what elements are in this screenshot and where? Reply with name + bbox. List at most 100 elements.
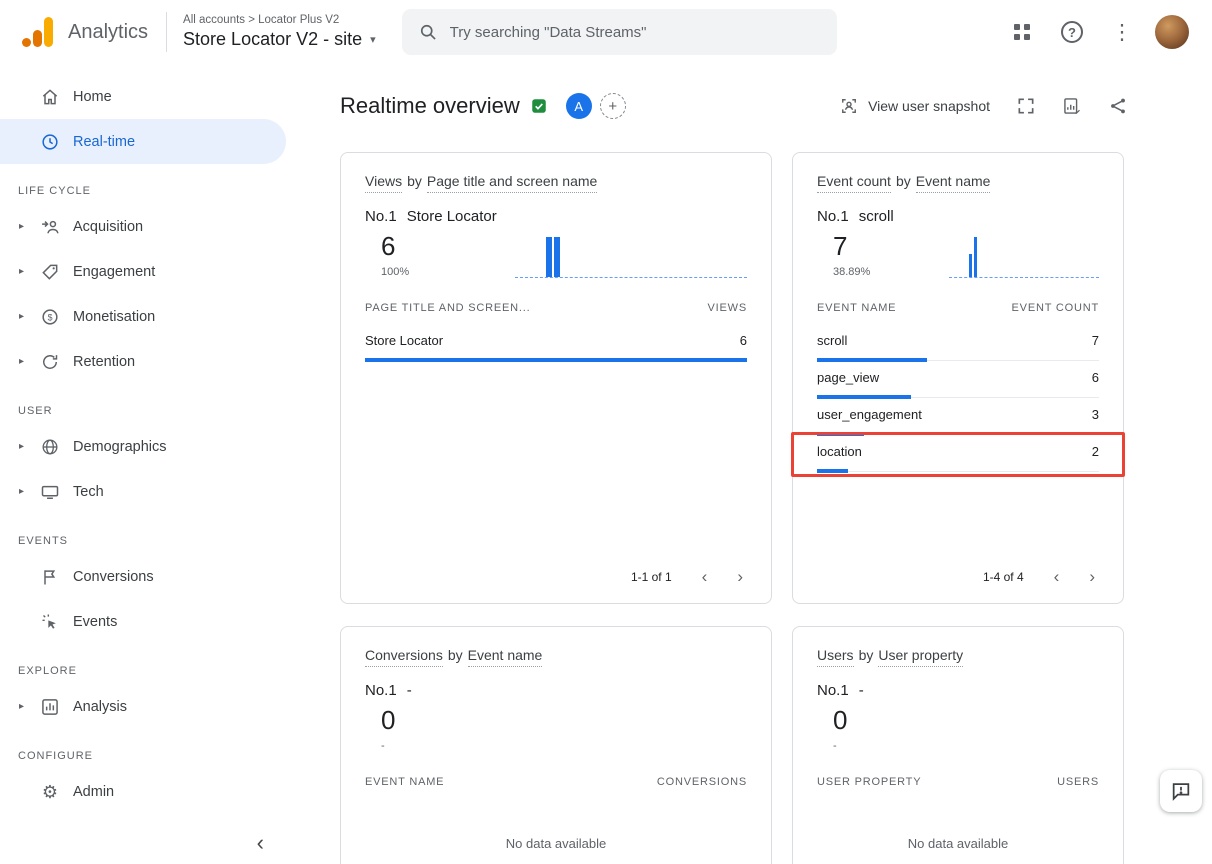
dimension-link[interactable]: Event name	[916, 173, 991, 193]
help-icon: ?	[1061, 21, 1083, 43]
search-icon	[418, 22, 438, 42]
sidebar-section-events: EVENTS	[0, 514, 300, 554]
metric-row: 0 -	[365, 705, 747, 752]
share-icon[interactable]	[1108, 96, 1128, 116]
sidebar-item-analysis[interactable]: ▸ Analysis	[0, 684, 300, 729]
sidebar-item-engagement[interactable]: ▸ Engagement	[0, 249, 300, 294]
search-bar[interactable]	[402, 9, 837, 55]
expand-arrow-icon[interactable]: ▸	[16, 441, 27, 452]
pagination: 1-1 of 1 ‹ ›	[365, 556, 747, 591]
sidebar-item-monetisation[interactable]: ▸ $ Monetisation	[0, 294, 300, 339]
sparkline-chart	[515, 234, 747, 278]
dimension-link[interactable]: Event name	[468, 647, 543, 667]
sidebar-item-tech[interactable]: ▸ Tech	[0, 469, 300, 514]
comparison-chip[interactable]: A	[566, 93, 592, 119]
sidebar-item-demographics[interactable]: ▸ Demographics	[0, 424, 300, 469]
app-name: Analytics	[68, 21, 148, 44]
sidebar-item-home[interactable]: Home	[0, 74, 300, 119]
card-conversions-by-event-name: Conversions by Event name No.1 - 0 - EVE…	[340, 626, 772, 864]
add-comparison-button[interactable]: +	[600, 93, 626, 119]
metric-link[interactable]: Event count	[817, 173, 891, 193]
property-selector[interactable]: Store Locator V2 - site ▾	[183, 29, 376, 50]
column-header-dimension: EVENT NAME	[817, 302, 896, 314]
sidebar-item-acquisition[interactable]: ▸ Acquisition	[0, 204, 300, 249]
google-apps-button[interactable]	[1002, 12, 1042, 52]
view-user-snapshot-label: View user snapshot	[868, 98, 990, 114]
clock-icon	[39, 131, 61, 153]
dimension-link[interactable]: Page title and screen name	[427, 173, 597, 193]
insights-icon[interactable]	[1062, 96, 1082, 116]
table-row: user_engagement 3	[817, 398, 1099, 435]
sidebar-collapse-button[interactable]: ‹	[257, 832, 264, 854]
feedback-button[interactable]	[1160, 770, 1202, 812]
expand-arrow-icon[interactable]: ▸	[16, 221, 27, 232]
realtime-cards-grid: Views by Page title and screen name No.1…	[340, 152, 1212, 864]
sidebar-item-label: Events	[73, 614, 117, 630]
search-input[interactable]	[450, 24, 821, 41]
pagination: 1-4 of 4 ‹ ›	[817, 556, 1099, 591]
top-item-row: No.1 -	[817, 682, 1099, 699]
sidebar-item-label: Monetisation	[73, 309, 155, 325]
events-click-icon	[39, 611, 61, 633]
sidebar-section-explore: EXPLORE	[0, 644, 300, 684]
view-user-snapshot-button[interactable]: View user snapshot	[839, 96, 990, 116]
metric-link[interactable]: Users	[817, 647, 854, 667]
sidebar-section-user: USER	[0, 384, 300, 424]
sidebar-section-life-cycle: LIFE CYCLE	[0, 164, 300, 204]
page-title: Realtime overview	[340, 93, 520, 119]
pagination-prev-icon[interactable]: ‹	[702, 568, 708, 585]
top-app-bar: Analytics All accounts > Locator Plus V2…	[0, 0, 1212, 64]
data-status-check-icon[interactable]	[530, 97, 548, 115]
sidebar-item-label: Demographics	[73, 439, 167, 455]
expand-arrow-icon[interactable]: ▸	[16, 356, 27, 367]
dimension-link[interactable]: User property	[878, 647, 963, 667]
card-title-connector: by	[896, 173, 911, 193]
card-title: Conversions by Event name	[365, 647, 747, 667]
google-analytics-logo-icon[interactable]	[20, 15, 56, 49]
expand-arrow-icon[interactable]: ▸	[16, 266, 27, 277]
column-header-dimension: EVENT NAME	[365, 776, 444, 788]
expand-arrow-icon[interactable]: ▸	[16, 701, 27, 712]
top-item-row: No.1 -	[365, 682, 747, 699]
sidebar-item-retention[interactable]: ▸ Retention	[0, 339, 300, 384]
help-button[interactable]: ?	[1052, 12, 1092, 52]
sidebar-item-conversions[interactable]: Conversions	[0, 554, 300, 599]
sidebar-item-label: Retention	[73, 354, 135, 370]
fullscreen-icon[interactable]	[1016, 96, 1036, 116]
acquisition-icon	[39, 216, 61, 238]
account-property-block: All accounts > Locator Plus V2 Store Loc…	[183, 14, 376, 50]
expand-arrow-icon[interactable]: ▸	[16, 311, 27, 322]
rank-label: No.1	[365, 682, 397, 699]
card-users-by-user-property: Users by User property No.1 - 0 - USER P…	[792, 626, 1124, 864]
sidebar-item-admin[interactable]: ⚙ Admin	[0, 769, 300, 814]
rank-label: No.1	[817, 682, 849, 699]
card-title-connector: by	[407, 173, 422, 193]
column-header-metric: CONVERSIONS	[657, 776, 747, 788]
logo-tall-bar	[44, 17, 53, 47]
dropdown-caret-icon: ▾	[370, 33, 376, 46]
breadcrumb[interactable]: All accounts > Locator Plus V2	[183, 14, 376, 26]
sidebar-item-realtime[interactable]: Real-time	[0, 119, 286, 164]
page-actions: View user snapshot	[839, 96, 1128, 116]
pagination-prev-icon[interactable]: ‹	[1054, 568, 1060, 585]
pagination-next-icon[interactable]: ›	[1089, 568, 1095, 585]
sidebar-item-events[interactable]: Events	[0, 599, 300, 644]
pagination-next-icon[interactable]: ›	[737, 568, 743, 585]
card-title: Views by Page title and screen name	[365, 173, 747, 193]
account-button[interactable]	[1152, 12, 1192, 52]
sidebar-item-label: Analysis	[73, 699, 127, 715]
row-name: user_engagement	[817, 407, 922, 422]
expand-arrow-icon[interactable]: ▸	[16, 486, 27, 497]
dollar-circle-icon: $	[39, 306, 61, 328]
metric-link[interactable]: Views	[365, 173, 402, 193]
metric-link[interactable]: Conversions	[365, 647, 443, 667]
table-header: PAGE TITLE AND SCREEN... VIEWS	[365, 302, 747, 324]
card-title-connector: by	[448, 647, 463, 667]
row-value: 6	[740, 333, 747, 348]
metric-percent: -	[381, 740, 395, 752]
card-title-connector: by	[859, 647, 874, 667]
svg-text:$: $	[48, 312, 53, 322]
more-options-button[interactable]: ⋮	[1102, 12, 1142, 52]
row-proportion-bar	[817, 469, 848, 473]
left-navigation: Home Real-time LIFE CYCLE ▸ Acquisition …	[0, 64, 300, 864]
